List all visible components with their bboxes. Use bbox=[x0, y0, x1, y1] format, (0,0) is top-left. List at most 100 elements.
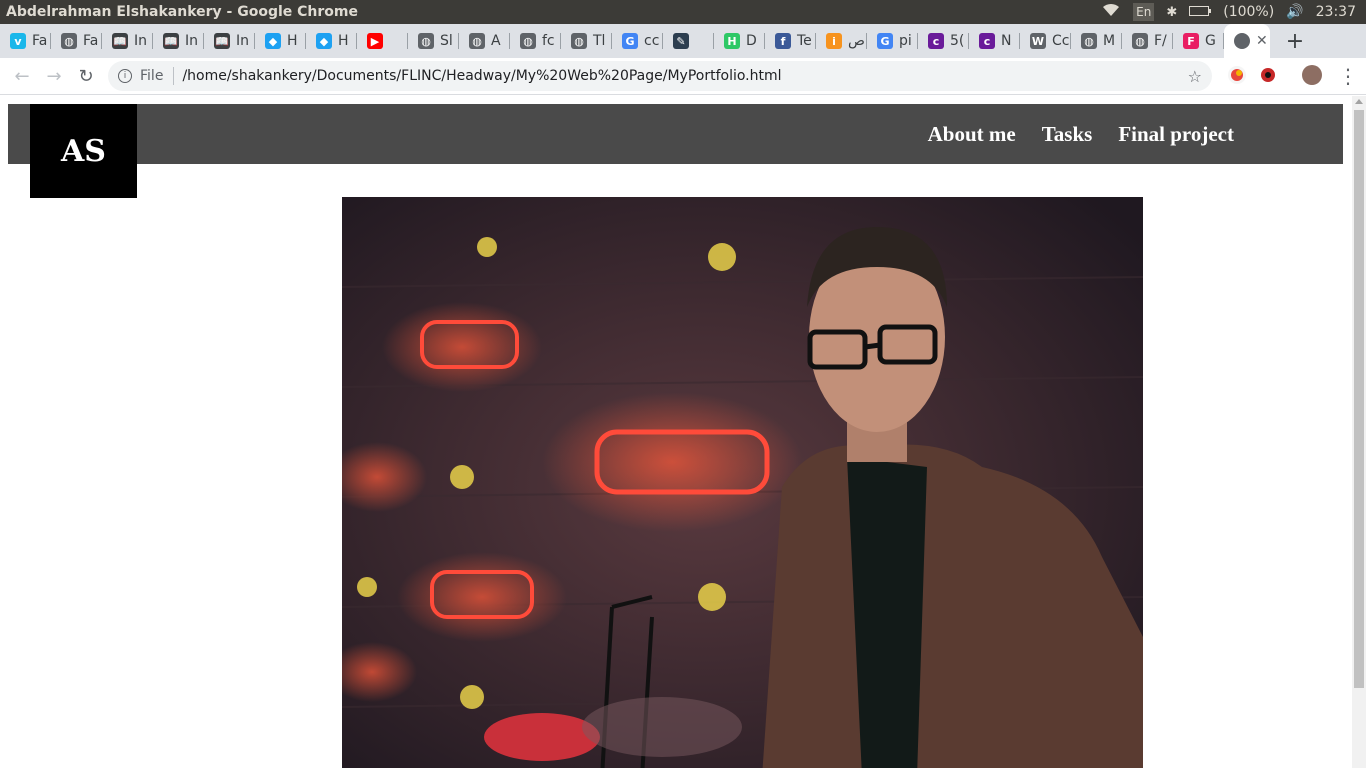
system-tray: En ✱ (100%) 🔊 23:37 bbox=[1101, 0, 1356, 24]
tab-title: Cc bbox=[1052, 33, 1070, 49]
tab-title: Fa bbox=[32, 33, 48, 49]
browser-tab[interactable]: cN bbox=[969, 24, 1020, 58]
site-nav-links: About me Tasks Final project bbox=[928, 104, 1234, 164]
reload-icon: ↻ bbox=[78, 65, 94, 87]
browser-tab[interactable]: HD bbox=[714, 24, 765, 58]
browser-tab[interactable]: ▶ bbox=[357, 24, 408, 58]
browser-tab[interactable]: ◍ Tl bbox=[561, 24, 612, 58]
browser-tab[interactable]: Gcc bbox=[612, 24, 663, 58]
reload-button[interactable]: ↻ bbox=[70, 60, 102, 92]
browser-tab[interactable]: FG bbox=[1173, 24, 1224, 58]
browser-tab[interactable]: iص bbox=[816, 24, 867, 58]
facebook-icon: f bbox=[775, 33, 791, 49]
tab-title: In bbox=[134, 33, 148, 49]
close-tab-icon[interactable]: ✕ bbox=[1256, 33, 1268, 49]
browser-tab[interactable]: ◆ H bbox=[306, 24, 357, 58]
extension-icon[interactable] bbox=[1259, 66, 1277, 84]
browser-toolbar: ← → ↻ i File /home/shakankery/Documents/… bbox=[0, 58, 1366, 95]
tab-title: N bbox=[1001, 33, 1012, 49]
bookmark-star-icon[interactable]: ☆ bbox=[1188, 67, 1202, 86]
browser-tab-active[interactable]: ✕ bbox=[1224, 24, 1270, 58]
tab-title: H bbox=[338, 33, 349, 49]
book-icon: 📖 bbox=[112, 33, 128, 49]
tab-title: F/ bbox=[1154, 33, 1167, 49]
browser-tab[interactable]: v Fa bbox=[0, 24, 51, 58]
tab-title: In bbox=[185, 33, 199, 49]
back-button[interactable]: ← bbox=[6, 60, 38, 92]
bluetooth-icon[interactable]: ✱ bbox=[1166, 5, 1177, 20]
browser-tab[interactable]: 📖 In bbox=[204, 24, 255, 58]
os-title-bar: Abdelrahman Elshakankery - Google Chrome… bbox=[0, 0, 1366, 24]
globe-icon: ◍ bbox=[1132, 33, 1148, 49]
tab-title: ص bbox=[848, 33, 865, 49]
vimeo-icon: v bbox=[10, 33, 26, 49]
browser-tab[interactable]: 📖 In bbox=[153, 24, 204, 58]
browser-tab[interactable]: ✎ bbox=[663, 24, 714, 58]
tab-title: H bbox=[287, 33, 298, 49]
tab-title: D bbox=[746, 33, 757, 49]
keyboard-language-indicator[interactable]: En bbox=[1133, 3, 1155, 21]
bird-icon: ◆ bbox=[265, 33, 281, 49]
tab-title: cc bbox=[644, 33, 660, 49]
browser-tab[interactable]: f Te bbox=[765, 24, 816, 58]
nav-link-about-me[interactable]: About me bbox=[928, 122, 1016, 147]
nav-link-final-project[interactable]: Final project bbox=[1118, 122, 1234, 147]
hackerrank-icon: H bbox=[724, 33, 740, 49]
browser-tab[interactable]: ◍ fc bbox=[510, 24, 561, 58]
divider bbox=[173, 67, 175, 85]
coursera-icon: c bbox=[928, 33, 944, 49]
globe-icon: ◍ bbox=[1081, 33, 1097, 49]
book-icon: 📖 bbox=[163, 33, 179, 49]
globe-icon: ◍ bbox=[418, 33, 434, 49]
clock[interactable]: 23:37 bbox=[1316, 4, 1356, 20]
scroll-up-arrow-icon[interactable] bbox=[1355, 99, 1363, 104]
google-icon: G bbox=[622, 33, 638, 49]
url-text[interactable]: /home/shakankery/Documents/FLINC/Headway… bbox=[182, 68, 781, 84]
tab-title: G bbox=[1205, 33, 1216, 49]
youtube-icon: ▶ bbox=[367, 33, 383, 49]
scrollbar-thumb[interactable] bbox=[1354, 110, 1364, 688]
browser-tab[interactable]: ◍ M bbox=[1071, 24, 1122, 58]
profile-avatar[interactable] bbox=[1302, 65, 1322, 85]
menu-icon[interactable]: ⋮ bbox=[1338, 64, 1358, 88]
book-icon: 📖 bbox=[214, 33, 230, 49]
tab-title: A bbox=[491, 33, 501, 49]
browser-tab[interactable]: ◆ H bbox=[255, 24, 306, 58]
tab-title: pi bbox=[899, 33, 912, 49]
extension-icon[interactable] bbox=[1228, 66, 1246, 84]
browser-tab[interactable]: Gpi bbox=[867, 24, 918, 58]
info-icon: i bbox=[826, 33, 842, 49]
google-icon: G bbox=[877, 33, 893, 49]
browser-tab[interactable]: ◍ A bbox=[459, 24, 510, 58]
new-tab-button[interactable]: + bbox=[1280, 26, 1310, 56]
browser-tab[interactable]: ◍ Fa bbox=[51, 24, 102, 58]
browser-tab[interactable]: c 5( bbox=[918, 24, 969, 58]
tab-title: fc bbox=[542, 33, 555, 49]
tab-title: M bbox=[1103, 33, 1116, 49]
forward-button[interactable]: → bbox=[38, 60, 70, 92]
site-logo[interactable]: AS bbox=[30, 104, 137, 198]
browser-tab[interactable]: W Cc bbox=[1020, 24, 1071, 58]
coursera-icon: c bbox=[979, 33, 995, 49]
globe-icon: ◍ bbox=[520, 33, 536, 49]
wifi-icon[interactable] bbox=[1101, 3, 1121, 21]
browser-tab[interactable]: ◍ Sl bbox=[408, 24, 459, 58]
address-bar[interactable]: i File /home/shakankery/Documents/FLINC/… bbox=[108, 61, 1212, 91]
tab-title: Tl bbox=[593, 33, 606, 49]
globe-icon bbox=[1234, 33, 1250, 49]
info-icon[interactable]: i bbox=[118, 69, 132, 83]
file-scheme-label: File bbox=[140, 68, 164, 84]
battery-icon[interactable] bbox=[1189, 4, 1212, 20]
tab-title: 5( bbox=[950, 33, 965, 49]
vertical-scrollbar[interactable] bbox=[1352, 96, 1366, 768]
tab-title: Fa bbox=[83, 33, 99, 49]
tab-strip: v Fa ◍ Fa 📖 In 📖 In 📖 In ◆ H ◆ H ▶ ◍ Sl ◍ A ◍ fc ◍ Tl Gcc ✎ H Df Te… bbox=[0, 24, 1366, 58]
flinc-icon: F bbox=[1183, 33, 1199, 49]
globe-icon: ◍ bbox=[469, 33, 485, 49]
tab-title: In bbox=[236, 33, 250, 49]
browser-tab[interactable]: 📖 In bbox=[102, 24, 153, 58]
volume-icon[interactable]: 🔊 bbox=[1286, 4, 1303, 20]
back-arrow-icon: ← bbox=[14, 65, 30, 87]
browser-tab[interactable]: ◍ F/ bbox=[1122, 24, 1173, 58]
nav-link-tasks[interactable]: Tasks bbox=[1042, 122, 1093, 147]
